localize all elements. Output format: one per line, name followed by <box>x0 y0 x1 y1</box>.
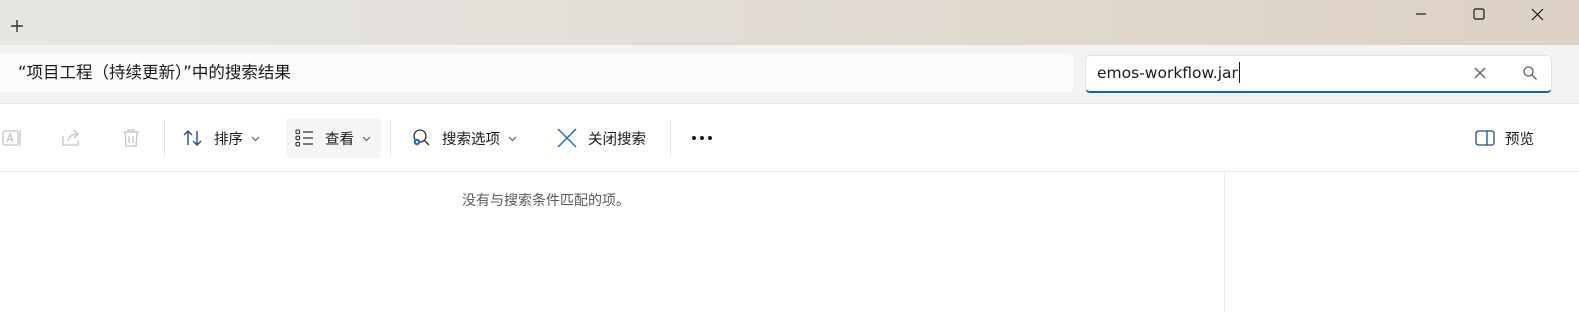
preview-pane-button[interactable]: 预览 <box>1475 118 1534 158</box>
rename-icon <box>2 130 21 146</box>
preview-pane-icon <box>1475 130 1495 146</box>
maximize-button[interactable] <box>1450 0 1508 28</box>
toolbar-separator <box>670 120 671 156</box>
breadcrumb-text: “项目工程（持续更新）”中的搜索结果 <box>18 63 291 82</box>
delete-button[interactable] <box>120 127 142 149</box>
more-ellipsis-icon <box>692 136 712 140</box>
share-button[interactable] <box>60 127 82 149</box>
title-bar <box>0 0 1579 45</box>
share-icon <box>62 129 79 146</box>
close-icon <box>1531 8 1543 20</box>
search-box[interactable]: emos-workflow.jar <box>1085 55 1552 93</box>
search-options-label: 搜索选项 <box>442 131 500 148</box>
minimize-icon <box>1416 13 1426 15</box>
delete-icon <box>123 129 139 147</box>
view-button[interactable]: 查看 <box>286 118 381 158</box>
toolbar-separator <box>164 120 165 156</box>
address-bar: “项目工程（持续更新）”中的搜索结果 emos-workflow.jar <box>0 45 1579 104</box>
empty-results-message: 没有与搜索条件匹配的项。 <box>462 193 630 209</box>
maximize-icon <box>1473 8 1485 20</box>
sort-icon <box>183 130 202 146</box>
view-label: 查看 <box>325 131 354 148</box>
search-input-value: emos-workflow.jar <box>1097 64 1238 82</box>
close-search-button[interactable]: 关闭搜索 <box>556 118 646 158</box>
text-caret <box>1238 62 1240 83</box>
view-list-icon <box>295 129 313 147</box>
close-search-label: 关闭搜索 <box>588 131 646 148</box>
chevron-down-icon <box>508 136 517 141</box>
search-input[interactable]: emos-workflow.jar <box>1097 56 1240 90</box>
command-bar: 排序 查看 搜索选项 关闭搜索 预览 <box>0 104 1579 172</box>
chevron-down-icon <box>251 136 260 141</box>
preview-label: 预览 <box>1505 131 1534 148</box>
search-options-button[interactable]: 搜索选项 <box>410 118 517 158</box>
breadcrumb[interactable]: “项目工程（持续更新）”中的搜索结果 <box>0 54 1073 92</box>
close-x-icon <box>557 128 577 148</box>
file-list-area: 没有与搜索条件匹配的项。 <box>0 172 1579 312</box>
search-options-icon <box>413 129 430 146</box>
toolbar-separator <box>390 120 391 156</box>
new-tab-button[interactable] <box>4 13 30 39</box>
rename-button[interactable] <box>1 127 23 149</box>
sort-label: 排序 <box>214 131 243 148</box>
sort-button[interactable]: 排序 <box>182 118 266 158</box>
close-window-button[interactable] <box>1508 0 1566 28</box>
search-icon[interactable] <box>1522 65 1538 81</box>
clear-x-icon[interactable] <box>1472 65 1488 81</box>
preview-pane-divider[interactable] <box>1224 172 1225 312</box>
plus-icon <box>11 20 23 32</box>
more-options-button[interactable] <box>690 118 714 158</box>
chevron-down-icon <box>362 136 371 141</box>
minimize-button[interactable] <box>1392 0 1450 28</box>
